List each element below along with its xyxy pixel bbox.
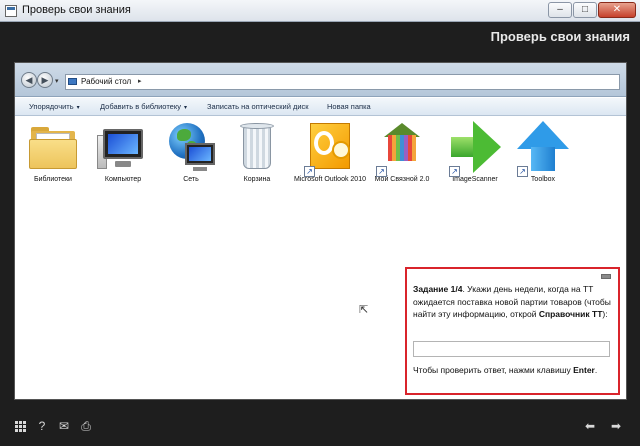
minimize-button[interactable]: – [548,2,572,18]
history-dropdown[interactable]: ▾ [55,77,59,85]
task-question: Задание 1/4. Укажи день недели, когда на… [413,284,611,319]
task-hint: Чтобы проверить ответ, нажми клавишу Ent… [413,365,598,375]
address-chevron-icon[interactable]: ▸ [138,75,142,89]
next-button[interactable]: ➡ [608,418,624,434]
chevron-down-icon: ▾ [76,105,80,111]
close-button[interactable]: ✕ [598,2,636,18]
footer-toolbar: ? ✉ ⎙ ⬅ ➡ [0,410,640,446]
green-arrow-icon: ↗ [449,121,501,177]
address-bar[interactable]: Рабочий стол ▸ [65,74,620,90]
app-title: Проверь свои знания [490,29,630,44]
app-header: Проверь свои знания [0,22,640,52]
minimize-panel-button[interactable] [601,274,611,279]
libraries-folder-icon [27,121,79,173]
print-button[interactable]: ⎙ [78,418,94,434]
address-text: Рабочий стол [81,77,132,86]
desktop-icon-toolbox[interactable]: ↗ Toolbox [503,121,583,184]
answer-input[interactable] [413,341,610,357]
blue-arrow-icon: ↗ [517,121,569,177]
mail-button[interactable]: ✉ [56,418,72,434]
icon-label: Мой Связной 2.0 [374,176,430,183]
shortcut-arrow-icon: ↗ [304,166,315,177]
burn-disc-button[interactable]: Записать на оптический диск [207,102,309,111]
recycle-bin-icon [231,121,283,173]
chevron-down-icon: ▾ [183,105,187,111]
prev-button[interactable]: ⬅ [582,418,598,434]
icon-label: Библиотеки [34,176,72,183]
outlook-icon: ↗ [304,121,356,177]
computer-icon [97,121,149,173]
mouse-cursor-icon: ⇱ [359,304,369,316]
desktop-icon-svyaznoy[interactable]: ↗ Мой Связной 2.0 [362,121,442,184]
command-bar: Упорядочить ▾ Добавить в библиотеку ▾ Запи… [15,98,626,116]
explorer-navbar: ◀ ▶ ▾ Рабочий стол ▸ [15,63,626,97]
desktop-icon-recycle-bin[interactable]: Корзина [217,121,297,184]
task-panel: Задание 1/4. Укажи день недели, когда на… [405,267,620,395]
window-titlebar: Проверь свои знания – □ ✕ [0,0,640,22]
menu-grid-button[interactable] [12,418,28,434]
help-button[interactable]: ? [34,418,50,434]
window-title: Проверь свои знания [22,4,131,16]
app-icon [5,5,17,17]
organize-button[interactable]: Упорядочить ▾ [29,102,80,111]
svyaznoy-icon: ↗ [376,121,428,177]
forward-button[interactable]: ▶ [37,72,53,88]
shortcut-arrow-icon: ↗ [376,166,387,177]
new-folder-button[interactable]: Новая папка [327,102,371,111]
network-icon [165,121,217,173]
shortcut-arrow-icon: ↗ [449,166,460,177]
window-controls: – □ ✕ [548,2,636,18]
simulation-stage: ◀ ▶ ▾ Рабочий стол ▸ Упорядочить ▾ Добави… [14,62,627,400]
maximize-button[interactable]: □ [573,2,597,18]
icon-label: Корзина [243,176,271,183]
reference-name: Справочник ТТ [538,309,603,319]
desktop-icon-outlook[interactable]: ↗ Microsoft Outlook 2010 [290,121,370,184]
add-to-library-button[interactable]: Добавить в библиотеку ▾ [100,102,187,111]
task-number: Задание 1/4 [413,284,463,294]
icon-label: Microsoft Outlook 2010 [294,176,366,183]
back-button[interactable]: ◀ [21,72,37,88]
enter-key-label: Enter [573,365,595,375]
icon-label: Toolbox [530,176,556,183]
desktop-icons: Библиотеки Компьютер Сеть Корзина ↗ Micr… [15,121,626,221]
grid-icon [12,418,28,432]
desktop-icon [68,78,77,85]
desktop-icon-libraries[interactable]: Библиотеки [15,121,93,184]
shortcut-arrow-icon: ↗ [517,166,528,177]
